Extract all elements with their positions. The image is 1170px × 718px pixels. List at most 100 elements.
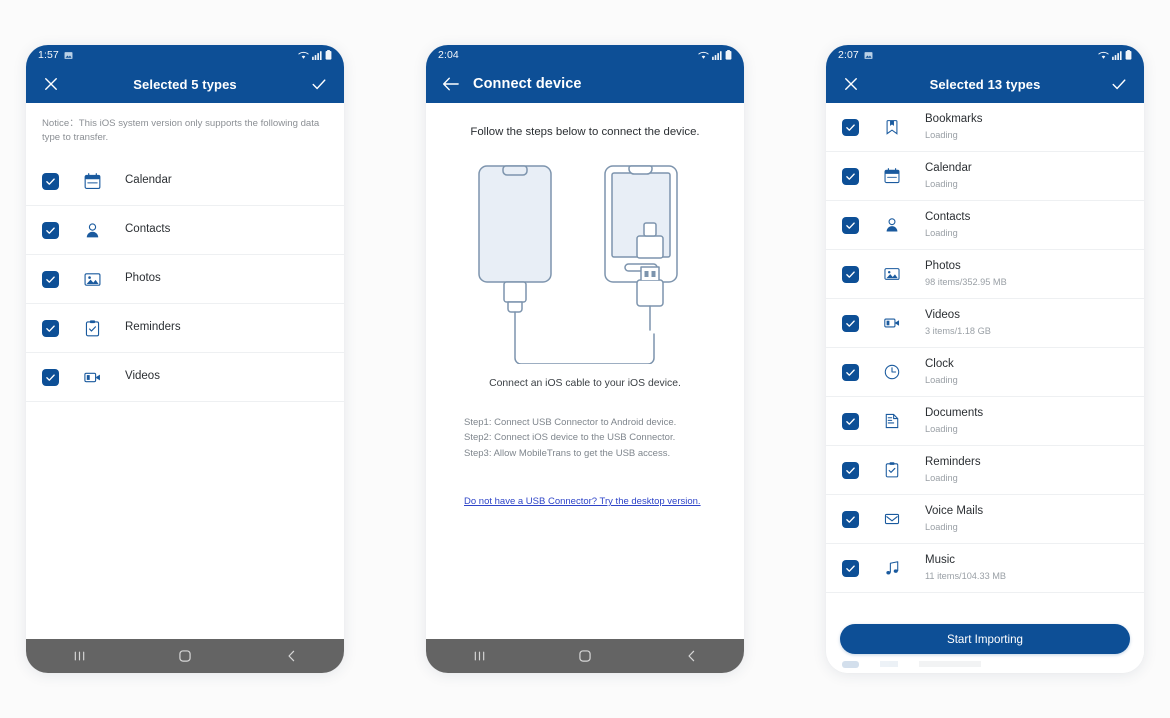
table-row[interactable]: Calendar Loading xyxy=(826,152,1144,201)
home-icon[interactable] xyxy=(562,639,608,673)
videos-icon xyxy=(880,314,904,332)
row-checkbox[interactable] xyxy=(42,368,59,386)
signal-icon xyxy=(712,50,722,60)
row-checkbox[interactable] xyxy=(42,172,59,190)
status-indicators xyxy=(298,50,332,60)
recents-icon[interactable] xyxy=(56,639,102,673)
row-subtext: Loading xyxy=(925,472,958,483)
row-checkbox[interactable] xyxy=(842,363,859,381)
row-checkbox[interactable] xyxy=(842,167,859,185)
desktop-version-link[interactable]: Do not have a USB Connector? Try the des… xyxy=(426,495,744,509)
status-indicators xyxy=(698,50,732,60)
row-checkbox[interactable] xyxy=(842,216,859,234)
clock-icon xyxy=(880,363,904,381)
table-row[interactable]: Reminders Loading xyxy=(826,446,1144,495)
step-3: Step3: Allow MobileTrans to get the USB … xyxy=(464,447,671,459)
arrow-back-icon[interactable] xyxy=(440,73,462,95)
row-text: Calendar xyxy=(125,174,172,188)
table-row[interactable]: Bookmarks Loading xyxy=(826,103,1144,152)
photo-icon xyxy=(64,51,73,60)
recents-icon[interactable] xyxy=(456,639,502,673)
android-nav-bar xyxy=(426,639,744,673)
row-subtext: 98 items/352.95 MB xyxy=(925,276,1007,287)
ghost-checkbox xyxy=(842,660,859,668)
row-text: Calendar Loading xyxy=(925,162,972,190)
row-text: Clock Loading xyxy=(925,358,958,386)
photos-icon xyxy=(80,270,104,289)
row-checkbox[interactable] xyxy=(42,319,59,337)
page-title: Selected 13 types xyxy=(929,76,1041,92)
table-row[interactable]: Music 11 items/104.33 MB xyxy=(826,544,1144,593)
panel1-header: 1:57 Selected 5 types xyxy=(26,45,344,103)
table-row[interactable]: Reminders xyxy=(26,304,344,354)
row-checkbox[interactable] xyxy=(842,265,859,283)
table-row[interactable]: Clock Loading xyxy=(826,348,1144,397)
row-label: Reminders xyxy=(125,321,181,334)
phone-panel-connect-device: 2:04 Connect device Follow the steps bel… xyxy=(426,45,744,673)
bookmark-icon xyxy=(880,118,904,136)
row-text: Photos 98 items/352.95 MB xyxy=(925,260,1007,288)
row-subtext: 11 items/104.33 MB xyxy=(925,570,1007,581)
table-row[interactable]: Contacts xyxy=(26,206,344,256)
signal-icon xyxy=(312,50,322,60)
row-checkbox[interactable] xyxy=(842,559,859,577)
status-clock: 2:07 xyxy=(838,49,859,61)
row-text: Reminders xyxy=(125,321,181,335)
row-subtext: Loading xyxy=(925,227,958,238)
phones-usb-cable-illustration xyxy=(426,138,744,370)
reminders-icon xyxy=(80,319,104,338)
row-label: Photos xyxy=(125,272,161,285)
table-row[interactable]: Photos xyxy=(26,255,344,305)
row-checkbox[interactable] xyxy=(842,314,859,332)
row-subtext: Loading xyxy=(925,423,958,434)
contacts-icon xyxy=(80,221,104,240)
notice-text: Notice：This iOS system version only supp… xyxy=(42,118,320,143)
panel1-appbar: Selected 5 types xyxy=(26,65,344,103)
table-row[interactable]: Voice Mails Loading xyxy=(826,495,1144,544)
row-label: Clock xyxy=(925,358,954,371)
row-text: Bookmarks Loading xyxy=(925,113,983,141)
table-row[interactable]: Videos xyxy=(26,353,344,403)
check-icon[interactable] xyxy=(1108,73,1130,95)
back-icon[interactable] xyxy=(668,639,714,673)
row-label: Music xyxy=(925,554,956,567)
row-checkbox[interactable] xyxy=(42,221,59,239)
close-icon[interactable] xyxy=(40,73,62,95)
steps-list: Step1: Connect USB Connector to Android … xyxy=(426,415,744,461)
row-checkbox[interactable] xyxy=(842,461,859,479)
import-type-list: Bookmarks Loading Calendar Loading Conta… xyxy=(826,103,1144,593)
signal-icon xyxy=(1112,50,1122,60)
table-row[interactable]: Photos 98 items/352.95 MB xyxy=(826,250,1144,299)
table-row[interactable]: Documents Loading xyxy=(826,397,1144,446)
photo-icon xyxy=(864,51,873,60)
row-checkbox[interactable] xyxy=(842,510,859,528)
row-checkbox[interactable] xyxy=(842,412,859,430)
panel2-header: 2:04 Connect device xyxy=(426,45,744,103)
contacts-icon xyxy=(880,216,904,234)
row-label: Reminders xyxy=(925,456,981,469)
row-text: Photos xyxy=(125,272,161,286)
calendar-icon xyxy=(80,172,104,191)
row-text: Contacts xyxy=(125,223,170,237)
row-label: Videos xyxy=(925,309,960,322)
back-icon[interactable] xyxy=(268,639,314,673)
check-icon[interactable] xyxy=(308,73,330,95)
row-checkbox[interactable] xyxy=(42,270,59,288)
row-checkbox[interactable] xyxy=(842,118,859,136)
battery-icon xyxy=(725,50,732,60)
table-row[interactable]: Calendar xyxy=(26,157,344,207)
wifi-icon xyxy=(698,51,709,59)
step-1: Step1: Connect USB Connector to Android … xyxy=(464,417,677,428)
close-icon[interactable] xyxy=(840,73,862,95)
home-icon[interactable] xyxy=(162,639,208,673)
videos-icon xyxy=(80,368,104,387)
table-row[interactable]: Contacts Loading xyxy=(826,201,1144,250)
row-label: Videos xyxy=(125,370,160,383)
wifi-icon xyxy=(298,51,309,59)
row-text: Videos xyxy=(125,370,160,384)
row-text: Documents Loading xyxy=(925,407,983,435)
table-row[interactable]: Videos 3 items/1.18 GB xyxy=(826,299,1144,348)
ghost-icon xyxy=(880,661,898,667)
row-subtext: Loading xyxy=(925,129,958,140)
start-importing-button[interactable]: Start Importing xyxy=(840,624,1130,654)
